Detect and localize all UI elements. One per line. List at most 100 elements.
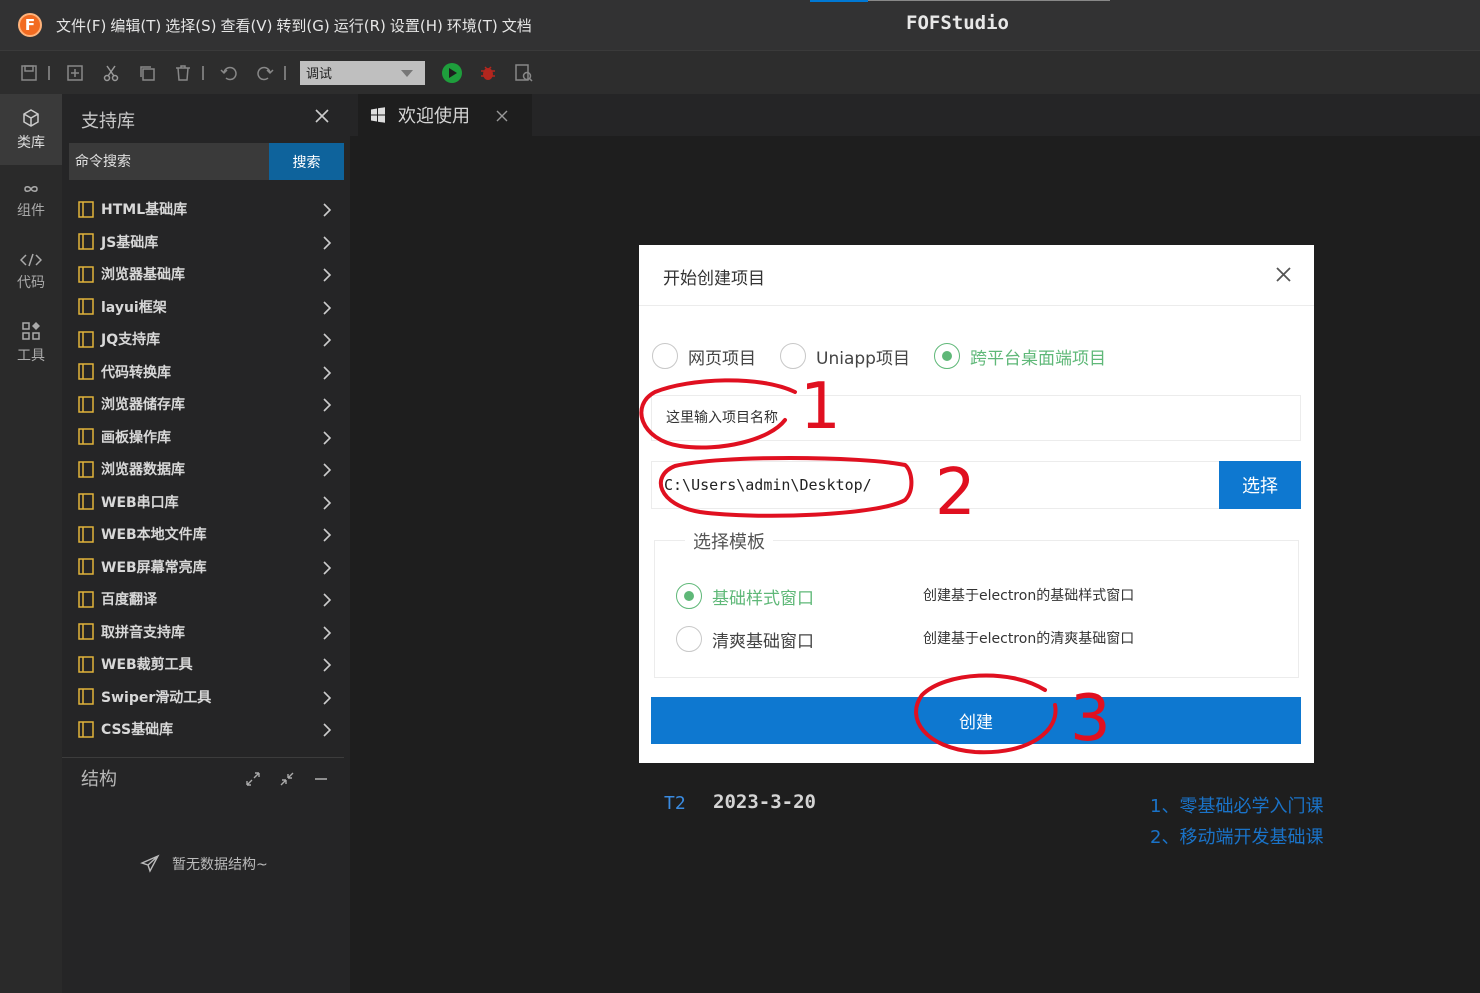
template-desc: 创建基于electron的清爽基础窗口: [923, 631, 1135, 647]
book-icon: [78, 461, 94, 478]
library-label: 取拼音支持库: [101, 624, 185, 641]
radio-circle: [676, 583, 702, 609]
list-item[interactable]: WEB裁剪工具: [62, 648, 350, 681]
radio-label: 跨平台桌面端项目: [969, 348, 1106, 369]
list-item[interactable]: Swiper滑动工具: [62, 681, 350, 714]
activity-item-code[interactable]: 代码: [0, 236, 62, 307]
list-item[interactable]: CSS基础库: [62, 713, 350, 746]
tab-welcome[interactable]: 欢迎使用: [358, 94, 532, 136]
menu-run[interactable]: 运行(R): [334, 15, 386, 36]
list-item[interactable]: 浏览器储存库: [62, 388, 350, 421]
list-item[interactable]: 浏览器基础库: [62, 258, 350, 291]
activity-item-library[interactable]: 类库: [0, 94, 62, 165]
course-link-1[interactable]: 1、零基础必学入门课: [1150, 792, 1323, 818]
library-list: HTML基础库 JS基础库 浏览器基础库 layui框架 JQ支持库 代码转换库…: [62, 193, 350, 746]
menu-goto[interactable]: 转到(G): [276, 15, 329, 36]
list-item[interactable]: 百度翻译: [62, 583, 350, 616]
radio-label: 清爽基础窗口: [712, 631, 814, 652]
list-item[interactable]: 取拼音支持库: [62, 616, 350, 649]
template-row: 清爽基础窗口: [676, 626, 814, 652]
collapse-icon[interactable]: [278, 770, 296, 788]
run-mode-value: 调试: [306, 67, 333, 82]
minimize-icon[interactable]: [312, 770, 330, 788]
create-project-dialog: 开始创建项目 网页项目 Uniapp项目 跨平台桌面端项目 选择 选择模板 基础…: [639, 245, 1314, 763]
template-legend: 选择模板: [685, 528, 773, 554]
structure-empty-text: 暂无数据结构~: [172, 857, 268, 873]
list-item[interactable]: WEB屏幕常亮库: [62, 551, 350, 584]
structure-title: 结构: [81, 769, 117, 790]
debug-bug-icon[interactable]: [477, 62, 499, 84]
list-item[interactable]: JQ支持库: [62, 323, 350, 356]
radio-template-clean[interactable]: 清爽基础窗口: [676, 626, 814, 652]
title-accent-line-2: [868, 0, 1110, 1]
list-item[interactable]: WEB本地文件库: [62, 518, 350, 551]
redo-icon[interactable]: [254, 62, 276, 84]
chevron-right-icon: [323, 235, 332, 250]
radio-desktop-project[interactable]: 跨平台桌面端项目: [933, 343, 1106, 369]
structure-actions: [244, 770, 330, 788]
close-icon[interactable]: [496, 110, 508, 122]
chevron-right-icon: [323, 398, 332, 412]
toolbar-separator: [284, 65, 286, 80]
library-search: 搜索: [69, 143, 344, 180]
library-label: CSS基础库: [101, 722, 174, 739]
search-input[interactable]: [69, 143, 269, 180]
list-item[interactable]: JS基础库: [62, 226, 350, 259]
list-item[interactable]: WEB串口库: [62, 486, 350, 519]
menu-file[interactable]: 文件(F): [56, 15, 106, 36]
copy-icon[interactable]: [136, 62, 158, 84]
list-item[interactable]: 画板操作库: [62, 421, 350, 454]
list-item[interactable]: layui框架: [62, 291, 350, 324]
expand-icon[interactable]: [244, 770, 262, 788]
chevron-right-icon: [323, 625, 332, 640]
project-path-input[interactable]: [651, 461, 1219, 509]
activity-item-tools[interactable]: 工具: [0, 307, 62, 378]
new-file-icon[interactable]: [64, 62, 86, 84]
run-mode-select[interactable]: 调试: [300, 60, 425, 85]
library-label: 浏览器储存库: [101, 397, 185, 414]
menu-edit[interactable]: 编辑(T): [110, 15, 161, 36]
library-label: layui框架: [101, 299, 167, 316]
sidebar-divider: [62, 757, 344, 758]
menu-environment[interactable]: 环境(T): [447, 15, 498, 36]
activity-item-components[interactable]: 组件: [0, 165, 62, 236]
title-bar: F 文件(F) 编辑(T) 选择(S) 查看(V) 转到(G) 运行(R) 设置…: [0, 0, 1480, 50]
delete-icon[interactable]: [172, 62, 194, 84]
template-fieldset: 选择模板 基础样式窗口 创建基于electron的基础样式窗口 清爽基础窗口 创…: [654, 528, 1299, 678]
radio-circle: [933, 343, 960, 369]
list-item[interactable]: 代码转换库: [62, 356, 350, 389]
cut-icon[interactable]: [100, 62, 122, 84]
menu-settings[interactable]: 设置(H): [390, 15, 443, 36]
chevron-right-icon: [323, 430, 332, 445]
dialog-title: 开始创建项目: [663, 269, 765, 289]
list-item[interactable]: 浏览器数据库: [62, 453, 350, 486]
tab-label: 欢迎使用: [398, 106, 470, 127]
choose-path-button[interactable]: 选择: [1219, 461, 1301, 509]
close-icon[interactable]: [314, 108, 330, 124]
editor-tab-bar: 欢迎使用: [350, 94, 1480, 136]
undo-icon[interactable]: [218, 62, 240, 84]
library-label: WEB串口库: [101, 494, 179, 511]
search-file-icon[interactable]: [513, 62, 535, 84]
search-button[interactable]: 搜索: [269, 143, 344, 180]
radio-label: 基础样式窗口: [712, 588, 814, 609]
book-icon: [78, 363, 94, 380]
radio-web-project[interactable]: 网页项目: [652, 343, 756, 369]
menu-docs[interactable]: 文档: [502, 15, 532, 36]
menu-select[interactable]: 选择(S): [165, 15, 216, 36]
chevron-right-icon: [323, 203, 332, 217]
radio-uniapp-project[interactable]: Uniapp项目: [780, 343, 910, 369]
library-label: WEB屏幕常亮库: [101, 559, 207, 576]
save-icon[interactable]: [18, 62, 40, 84]
list-item[interactable]: HTML基础库: [62, 193, 350, 226]
create-button[interactable]: 创建: [651, 697, 1301, 744]
close-icon[interactable]: [1275, 266, 1292, 283]
course-link-2[interactable]: 2、移动端开发基础课: [1150, 823, 1323, 849]
project-name-input[interactable]: [651, 395, 1301, 441]
radio-template-basic[interactable]: 基础样式窗口: [676, 583, 814, 609]
menu-view[interactable]: 查看(V): [220, 15, 272, 36]
cube-icon: [23, 108, 39, 127]
chevron-right-icon: [323, 723, 332, 737]
run-icon[interactable]: [441, 62, 463, 84]
app-logo-icon: F: [18, 13, 42, 37]
